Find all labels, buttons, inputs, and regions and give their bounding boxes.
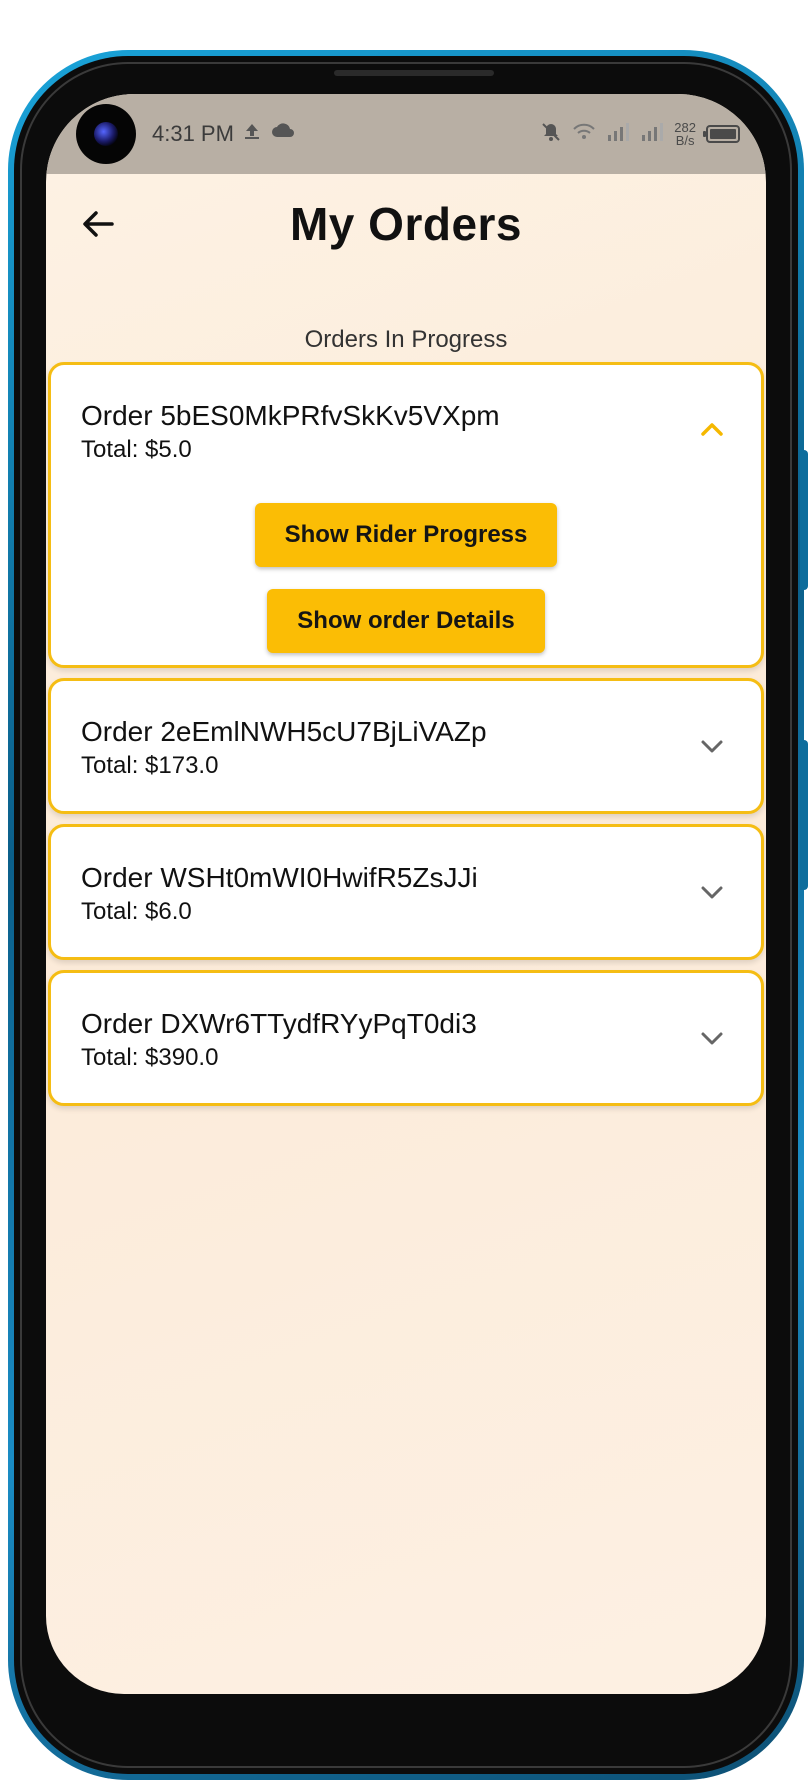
app-bar: My Orders: [46, 174, 766, 274]
back-arrow-icon: [83, 211, 114, 237]
upload-icon: [242, 121, 262, 147]
cloud-icon: [270, 121, 296, 147]
order-header[interactable]: Order 2eEmlNWH5cU7BjLiVAZp Total: $173.0: [51, 681, 761, 811]
signal-icon: [606, 121, 630, 148]
phone-frame: 4:31 PM 282 B/s My Orders Orders In Prog…: [8, 50, 808, 1780]
screen: 4:31 PM 282 B/s My Orders Orders In Prog…: [46, 94, 766, 1694]
wifi-icon: [572, 121, 596, 148]
camera-lens: [94, 122, 118, 146]
status-bar: 4:31 PM 282 B/s: [46, 94, 766, 174]
order-total: Total: $5.0: [81, 436, 192, 463]
page-title: My Orders: [289, 198, 523, 250]
order-total: Total: $6.0: [81, 898, 192, 925]
signal-icon-2: [640, 121, 664, 148]
show-order-details-button[interactable]: Show order Details: [267, 589, 545, 653]
order-total: Total: $390.0: [81, 1044, 219, 1071]
order-card: Order WSHt0mWI0HwifR5ZsJJi Total: $6.0: [48, 824, 764, 960]
battery-level: [710, 129, 736, 139]
order-total: Total: $173.0: [81, 752, 219, 779]
network-speed-unit: B/s: [675, 133, 695, 148]
order-header[interactable]: Order WSHt0mWI0HwifR5ZsJJi Total: $6.0: [51, 827, 761, 957]
orders-list: Order 5bES0MkPRfvSkKv5VXpm Total: $5.0 S…: [46, 362, 766, 1106]
network-speed: 282 B/s: [674, 121, 696, 147]
order-id: Order 5bES0MkPRfvSkKv5VXpm: [81, 400, 500, 431]
order-card: Order 5bES0MkPRfvSkKv5VXpm Total: $5.0 S…: [48, 362, 764, 668]
order-actions: Show Rider Progress Show order Details: [51, 495, 761, 665]
order-id: Order WSHt0mWI0HwifR5ZsJJi: [81, 862, 478, 893]
chevron-up-icon[interactable]: [699, 417, 725, 443]
order-header[interactable]: Order 5bES0MkPRfvSkKv5VXpm Total: $5.0: [51, 365, 761, 495]
status-time: 4:31 PM: [152, 121, 234, 146]
show-rider-progress-button[interactable]: Show Rider Progress: [254, 503, 558, 567]
front-camera: [76, 104, 136, 164]
earpiece: [334, 70, 494, 76]
battery-icon: [703, 125, 740, 143]
chevron-down-icon[interactable]: [699, 1025, 725, 1051]
section-label: Orders In Progress: [304, 326, 508, 353]
mute-icon: [540, 121, 562, 148]
chevron-down-icon[interactable]: [699, 733, 725, 759]
power-button: [800, 740, 808, 890]
volume-button: [800, 450, 808, 590]
status-icons: 282 B/s: [540, 121, 740, 148]
order-id: Order DXWr6TTydfRYyPqT0di3: [81, 1008, 477, 1039]
order-card: Order DXWr6TTydfRYyPqT0di3 Total: $390.0: [48, 970, 764, 1106]
back-button[interactable]: [76, 202, 120, 246]
order-card: Order 2eEmlNWH5cU7BjLiVAZp Total: $173.0: [48, 678, 764, 814]
order-header[interactable]: Order DXWr6TTydfRYyPqT0di3 Total: $390.0: [51, 973, 761, 1103]
chevron-down-icon[interactable]: [699, 879, 725, 905]
order-id: Order 2eEmlNWH5cU7BjLiVAZp: [81, 716, 487, 747]
